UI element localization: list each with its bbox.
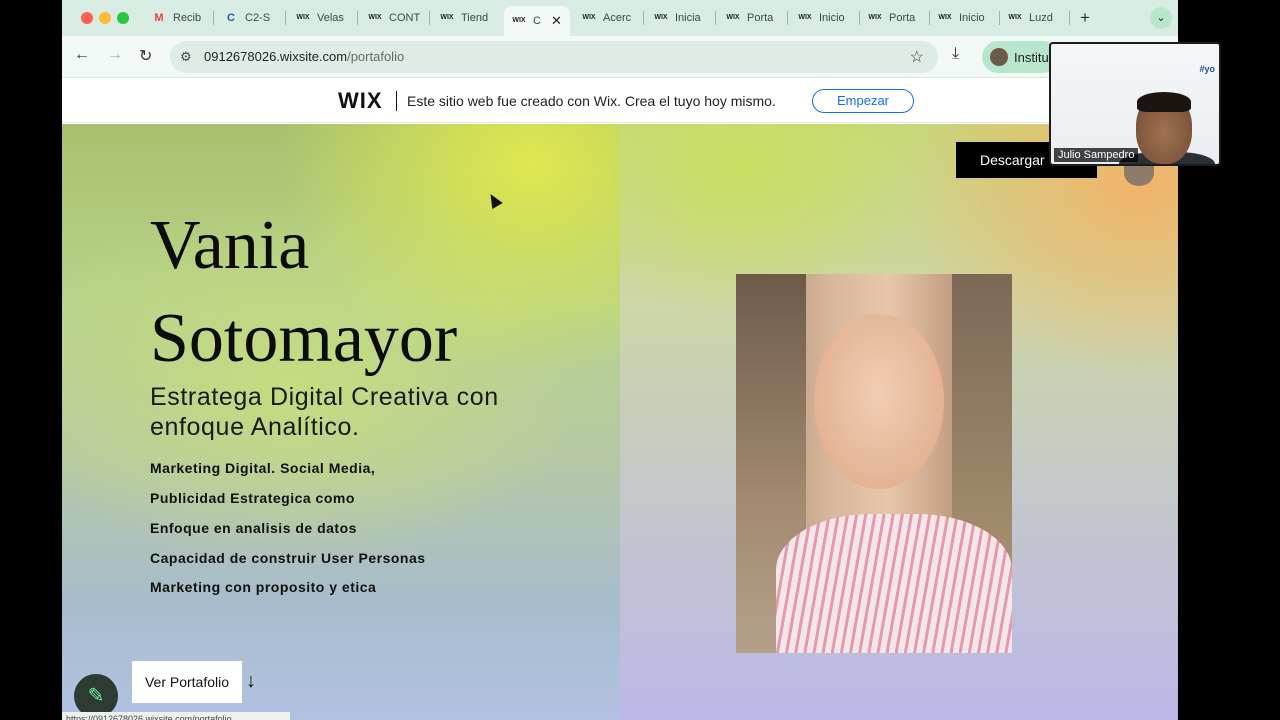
banner-text: Este sitio web fue creado con Wix. Crea … [407,93,776,109]
site-settings-icon[interactable]: ⚙ [180,49,192,65]
skill-item: Marketing Digital. Social Media, [150,460,376,476]
tab-label: Velas [317,12,344,24]
profile-photo [736,274,1012,653]
tab-portafolio-2[interactable]: WIX Porta [868,6,930,30]
tab-label: Tiend [461,12,489,24]
tab-velas[interactable]: WIX Velas [296,6,358,30]
tab-label: Porta [889,12,916,24]
wix-icon: WIX [868,14,882,21]
tab-separator [787,11,788,25]
tab-strip: M Recib C C2-S WIX Velas WIX CONT WIX Tiend W… [62,0,1178,36]
wix-icon: WIX [1008,14,1022,21]
tab-separator [859,11,860,25]
participant-hair [1137,92,1191,112]
tab-c2[interactable]: C C2-S [224,6,286,30]
tab-separator [999,11,1000,25]
tab-separator [285,11,286,25]
hero-last-name: Sotomayor [150,300,458,377]
tab-label: Luzd [1029,12,1053,24]
browser-window: M Recib C C2-S WIX Velas WIX CONT WIX Tiend W… [62,0,1178,720]
wix-icon: WIX [512,17,526,24]
video-background-text: #yo [1199,64,1215,74]
tab-label: Acerc [603,12,632,24]
chevron-down-icon[interactable]: ⌄ [1150,7,1172,29]
avatar [990,48,1008,66]
gmail-icon: M [154,12,164,24]
close-tab-icon[interactable]: ✕ [551,13,562,29]
wix-icon: WIX [368,14,382,21]
tab-label: Inicia [675,12,701,24]
c2-icon: C [227,12,235,24]
photo-face [814,314,944,489]
tab-portafolio-1[interactable]: WIX Porta [726,6,788,30]
page-content: Vania Sotomayor Estratega Digital Creati… [62,124,1178,720]
wix-icon: WIX [440,14,454,21]
tab-separator [429,11,430,25]
tab-inicio-1[interactable]: WIX Inicio [798,6,860,30]
banner-divider [396,91,397,111]
skill-item: Enfoque en analisis de datos [150,520,357,536]
wix-icon: WIX [798,14,812,21]
tab-separator [213,11,214,25]
new-tab-icon[interactable]: + [1080,8,1090,28]
tab-label: C [533,15,541,27]
tab-separator [357,11,358,25]
photo-shirt [776,514,1012,653]
wix-icon: WIX [654,14,668,21]
wix-icon: WIX [938,14,952,21]
address-url: 0912678026.wixsite.com/portafolio [204,49,404,64]
wix-icon: WIX [296,14,310,21]
tab-inicio-2[interactable]: WIX Inicio [938,6,1000,30]
reload-icon[interactable]: ↻ [139,46,152,66]
url-host: 0912678026.wixsite.com [204,49,348,64]
browser-toolbar: ← → ↻ ⚙ 0912678026.wixsite.com/portafoli… [62,36,1178,78]
tab-active[interactable]: WIX C ✕ [504,6,570,36]
tab-luzd[interactable]: WIX Luzd [1008,6,1070,30]
tab-label: Inicio [819,12,845,24]
profile-label: Institu [1014,49,1049,65]
participant-name: Julio Sampedro [1054,148,1139,162]
tab-gmail[interactable]: M Recib [152,6,214,30]
tab-separator [929,11,930,25]
zoom-window-button[interactable] [117,12,129,24]
ver-portafolio-button[interactable]: Ver Portafolio [132,661,242,703]
bookmark-star-icon[interactable]: ☆ [910,47,924,67]
wix-icon: WIX [582,14,596,21]
tab-label: Recib [173,12,202,24]
tab-separator [715,11,716,25]
video-call-overlay[interactable]: #yo Julio Sampedro [1049,42,1221,166]
tab-label: Porta [747,12,774,24]
skill-item: Capacidad de construir User Personas [150,550,426,566]
close-window-button[interactable] [81,12,93,24]
wix-promo-banner: WIX Este sitio web fue creado con Wix. C… [62,79,1178,123]
hero-subtitle: Estratega Digital Creativa con enfoque A… [150,383,499,441]
tab-label: C2-S [245,12,271,24]
skill-item: Publicidad Estrategica como [150,490,355,506]
profile-button[interactable]: Institu [982,41,1059,73]
hero-first-name: Vania [150,207,310,284]
tab-cont[interactable]: WIX CONT [368,6,430,30]
skill-item: Marketing con proposito y etica [150,579,377,595]
status-bar-url: https://0912678026.wixsite.com/portafoli… [62,712,290,720]
download-icon[interactable]: ⤓ [952,45,959,63]
tab-acerca[interactable]: WIX Acerc [582,6,644,30]
address-bar[interactable]: ⚙ 0912678026.wixsite.com/portafolio ☆ [170,41,938,73]
url-path: /portafolio [347,49,405,64]
back-arrow-icon[interactable]: ← [74,46,90,64]
tab-label: CONT [389,12,421,24]
arrow-down-icon: ↓ [246,670,256,692]
empezar-button[interactable]: Empezar [812,89,914,113]
tab-separator [643,11,644,25]
wix-logo[interactable]: WIX [338,88,383,114]
tab-tienda[interactable]: WIX Tiend [440,6,502,30]
minimize-window-button[interactable] [99,12,111,24]
tab-label: Inicio [959,12,985,24]
forward-arrow-icon[interactable]: → [107,46,123,64]
wix-icon: WIX [726,14,740,21]
tab-separator [1069,11,1070,25]
tab-inicia[interactable]: WIX Inicia [654,6,716,30]
